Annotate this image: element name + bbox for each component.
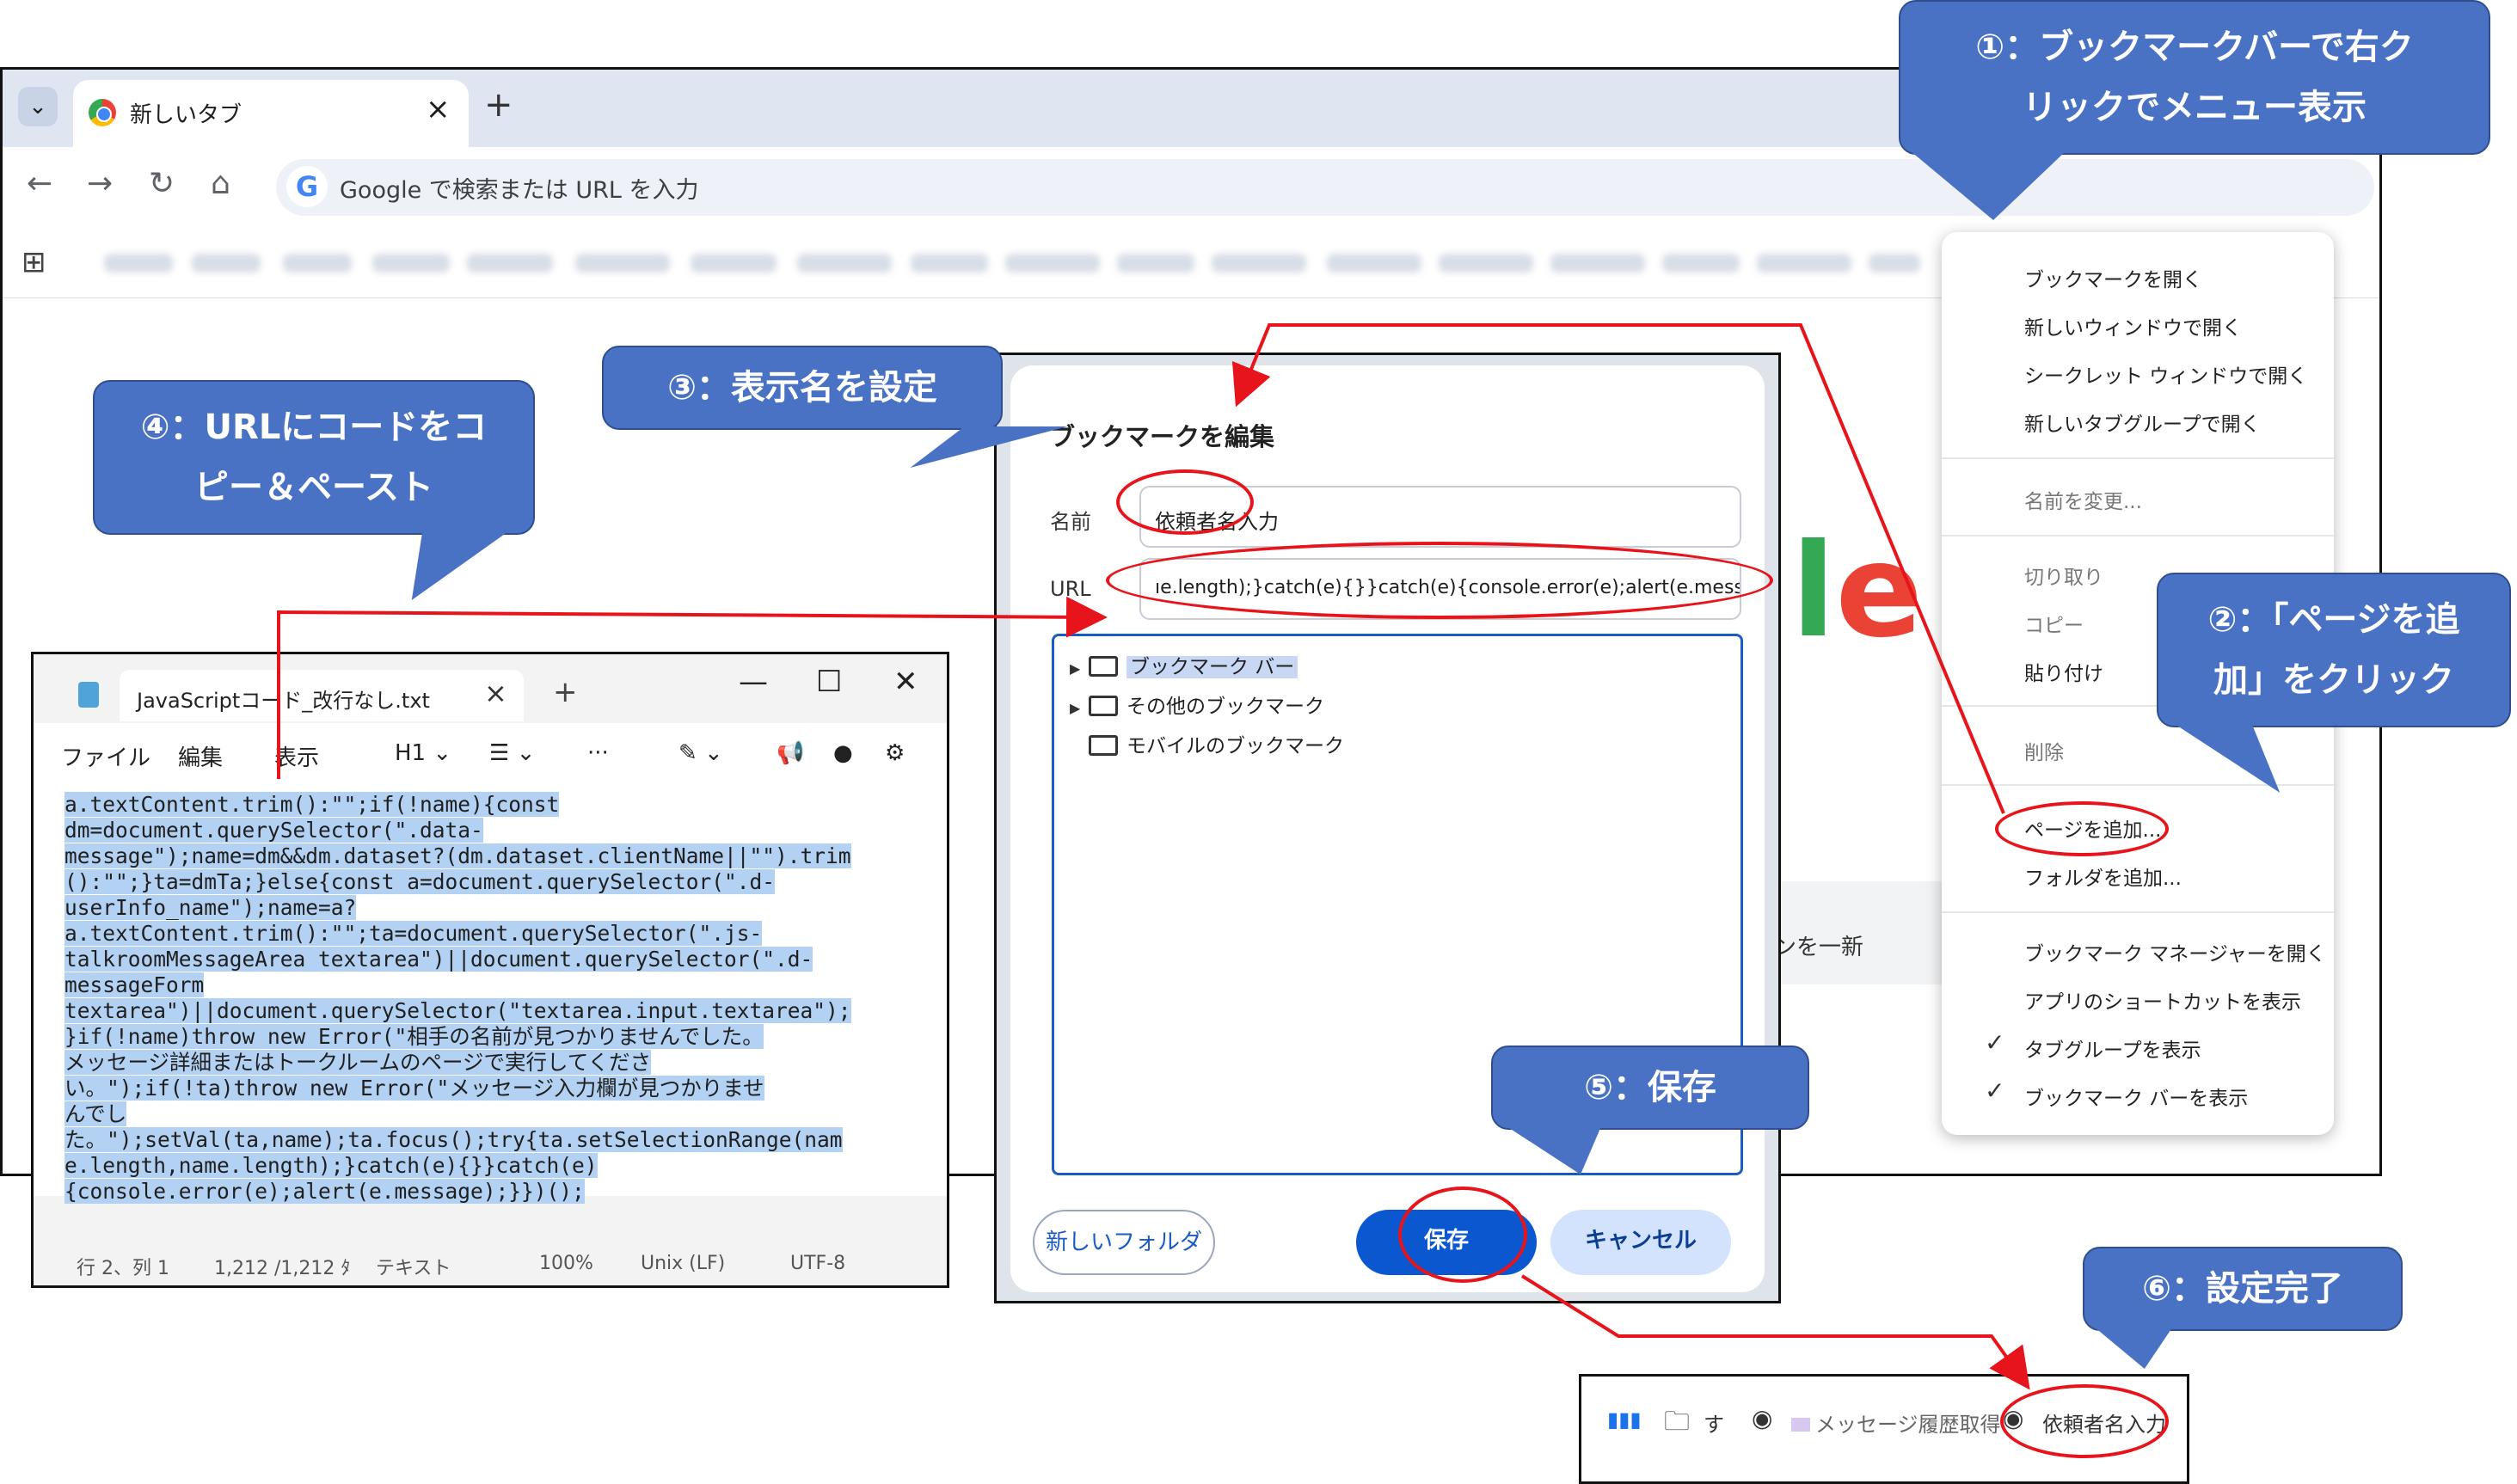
callout-text: ⑤：保存 [1584,1068,1716,1107]
callout-step-3: ③：表示名を設定 [602,346,1003,430]
callout-text: ②：「ページを追 [2207,600,2460,640]
callout-step-5: ⑤：保存 [1491,1046,1809,1130]
callout-step-6: ⑥：設定完了 [2083,1247,2403,1331]
highlight-name-ring [1116,469,1254,535]
highlight-url-ring [1106,542,1773,619]
callout-text: ④：URLにコードをコ [140,408,488,447]
callout-text: ①：ブックマークバーで右ク [1975,28,2414,67]
callout-step-1: ①：ブックマークバーで右ク リックでメニュー表示 [1899,0,2490,155]
callout-step-4: ④：URLにコードをコ ピー＆ペースト [93,380,535,535]
callout-step-2: ②：「ページを追 加」をクリック [2157,573,2511,727]
highlight-save-ring [1398,1187,1527,1283]
callout-text: ピー＆ペースト [194,468,433,507]
callout-text: リックでメニュー表示 [2023,88,2367,127]
callout-text: ⑥：設定完了 [2142,1269,2343,1309]
highlight-add-page-ring [1995,801,2169,856]
highlight-result-ring [2000,1384,2169,1458]
callout-text: ③：表示名を設定 [667,368,937,408]
callout-text: 加」をクリック [2213,660,2454,700]
